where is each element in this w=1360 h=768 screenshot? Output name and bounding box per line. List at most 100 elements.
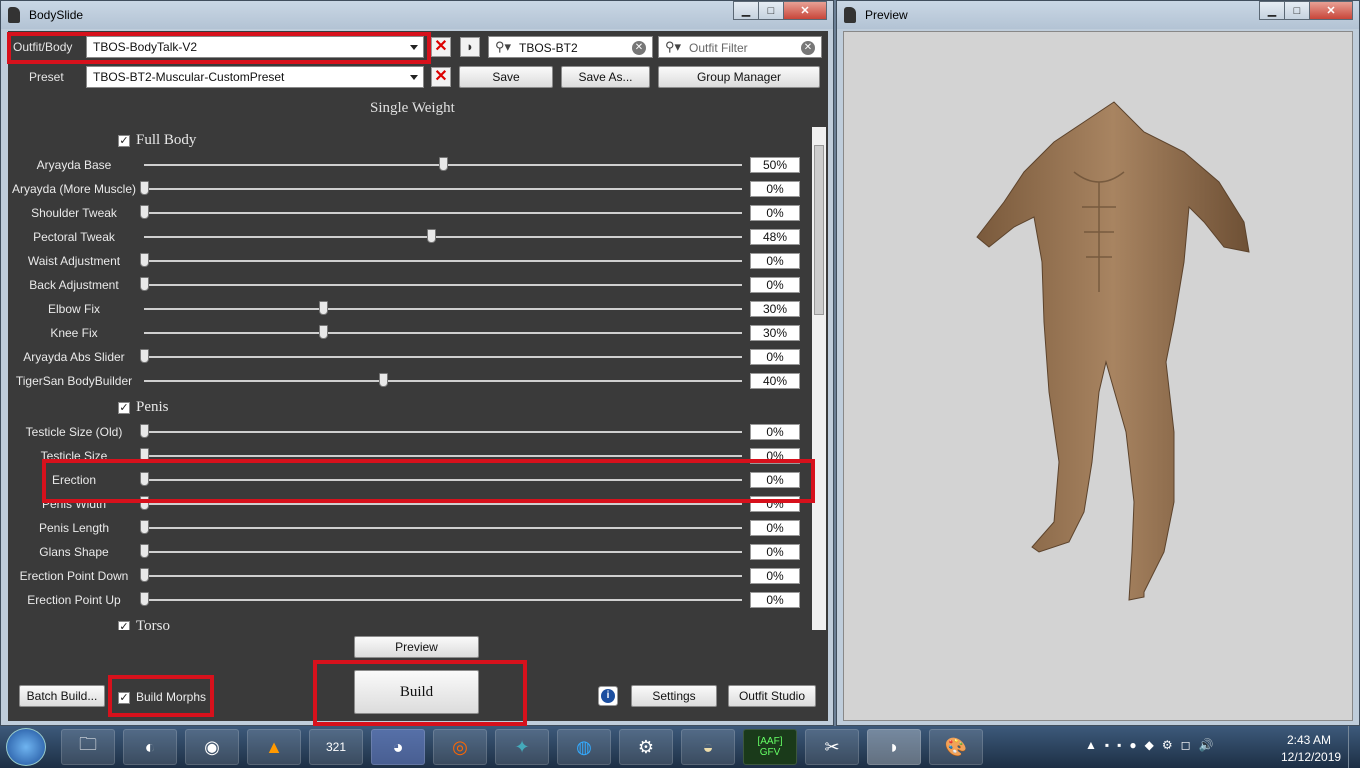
group-torso[interactable]: ✓ Torso [118,618,170,630]
slider-value-field[interactable]: 0% [750,181,800,197]
paint-icon[interactable]: ✂ [805,729,859,765]
batch-build-button[interactable]: Batch Build... [19,685,105,707]
vlc-icon[interactable]: ▲ [247,729,301,765]
checkbox[interactable]: ✓ [118,691,130,704]
chrome-icon[interactable]: ◉ [185,729,239,765]
slider-track[interactable] [144,575,742,577]
slider-thumb[interactable] [140,253,149,267]
checkbox[interactable]: ✓ [118,401,130,414]
slider-value-field[interactable]: 0% [750,472,800,488]
slider-thumb[interactable] [140,520,149,534]
build-morphs-checkbox[interactable]: ✓ Build Morphs [118,690,206,704]
title-bar[interactable]: Preview ▁ □ ✕ [837,1,1359,29]
slider-value-field[interactable]: 0% [750,496,800,512]
group-full-body[interactable]: ✓ Full Body [118,132,196,149]
slider-thumb[interactable] [140,568,149,582]
minimize-button[interactable]: ▁ [733,1,759,20]
slider-value-field[interactable]: 0% [750,205,800,221]
slider-thumb[interactable] [140,349,149,363]
321-icon[interactable]: 321 [309,729,363,765]
discord-icon[interactable]: ◕ [371,729,425,765]
slider-track[interactable] [144,551,742,553]
clear-icon[interactable]: ✕ [801,41,815,55]
steam-icon[interactable]: ⚙ [619,729,673,765]
slider-value-field[interactable]: 0% [750,520,800,536]
slider-track[interactable] [144,260,742,262]
wireshark-icon[interactable]: ◒ [681,729,735,765]
slider-track[interactable] [144,380,742,382]
maximize-button[interactable]: □ [1284,1,1310,20]
info-icon[interactable]: i [598,686,618,706]
slider-track[interactable] [144,356,742,358]
group-filter-search[interactable]: ⚲▾ TBOS-BT2 ✕ [488,36,653,58]
slider-value-field[interactable]: 40% [750,373,800,389]
bodyslide-icon[interactable]: ◗ [867,729,921,765]
explorer-icon[interactable]: 🗀 [61,729,115,765]
slider-track[interactable] [144,527,742,529]
close-button[interactable]: ✕ [783,1,827,20]
save-button[interactable]: Save [459,66,553,88]
slider-thumb[interactable] [140,496,149,510]
slider-track[interactable] [144,236,742,238]
clock-time[interactable]: 2:43 AM [1287,733,1331,747]
delete-preset-button[interactable]: ✕ [431,67,451,87]
settings-button[interactable]: Settings [631,685,717,707]
slider-thumb[interactable] [427,229,437,243]
slider-value-field[interactable]: 30% [750,301,800,317]
maximize-button[interactable]: □ [758,1,784,20]
minimize-button[interactable]: ▁ [1259,1,1285,20]
group-manager-button[interactable]: Group Manager [658,66,820,88]
build-button[interactable]: Build [354,670,479,714]
save-as-button[interactable]: Save As... [561,66,650,88]
slider-scrollbar[interactable] [812,127,826,630]
slider-track[interactable] [144,308,742,310]
slider-track[interactable] [144,503,742,505]
slider-thumb[interactable] [140,472,149,486]
preview-viewport[interactable] [843,31,1353,721]
scrollbar-thumb[interactable] [814,145,824,315]
show-desktop-button[interactable] [1348,726,1360,768]
preset-select[interactable]: TBOS-BT2-Muscular-CustomPreset [86,66,424,88]
slider-track[interactable] [144,188,742,190]
slider-thumb[interactable] [140,181,149,195]
group-penis[interactable]: ✓ Penis [118,399,169,416]
slider-value-field[interactable]: 0% [750,253,800,269]
close-button[interactable]: ✕ [1309,1,1353,20]
slider-value-field[interactable]: 50% [750,157,800,173]
paint2-icon[interactable]: 🎨 [929,729,983,765]
slider-thumb[interactable] [140,448,149,462]
battlenet-icon[interactable]: ✦ [495,729,549,765]
slider-value-field[interactable]: 0% [750,448,800,464]
slider-track[interactable] [144,212,742,214]
slider-thumb[interactable] [379,373,389,387]
checkbox[interactable]: ✓ [118,620,130,630]
slider-thumb[interactable] [140,592,149,606]
slider-value-field[interactable]: 0% [750,568,800,584]
firefox-icon[interactable]: ◐ [123,729,177,765]
slider-thumb[interactable] [140,424,149,438]
slider-value-field[interactable]: 0% [750,424,800,440]
aaf-gfv-icon[interactable]: [AAF] GFV [743,729,797,765]
slider-value-field[interactable]: 0% [750,349,800,365]
slider-value-field[interactable]: 30% [750,325,800,341]
slider-track[interactable] [144,599,742,601]
slider-thumb[interactable] [439,157,448,171]
slider-track[interactable] [144,479,742,481]
checkbox[interactable]: ✓ [118,134,130,147]
slider-track[interactable] [144,455,742,457]
slider-thumb[interactable] [140,277,149,291]
clock-date[interactable]: 12/12/2019 [1281,750,1341,764]
outfit-filter-search[interactable]: ⚲▾ Outfit Filter ✕ [658,36,822,58]
slider-value-field[interactable]: 0% [750,544,800,560]
slider-track[interactable] [144,332,742,334]
slider-thumb[interactable] [319,301,329,315]
start-button[interactable] [6,728,46,766]
slider-thumb[interactable] [140,205,149,219]
outfit-icon-button[interactable]: ◗ [460,37,480,57]
slider-track[interactable] [144,431,742,433]
uplay-icon[interactable]: ◍ [557,729,611,765]
outfit-body-select[interactable]: TBOS-BodyTalk-V2 [86,36,424,58]
slider-thumb[interactable] [319,325,329,339]
outfit-studio-button[interactable]: Outfit Studio [728,685,816,707]
slider-value-field[interactable]: 0% [750,592,800,608]
